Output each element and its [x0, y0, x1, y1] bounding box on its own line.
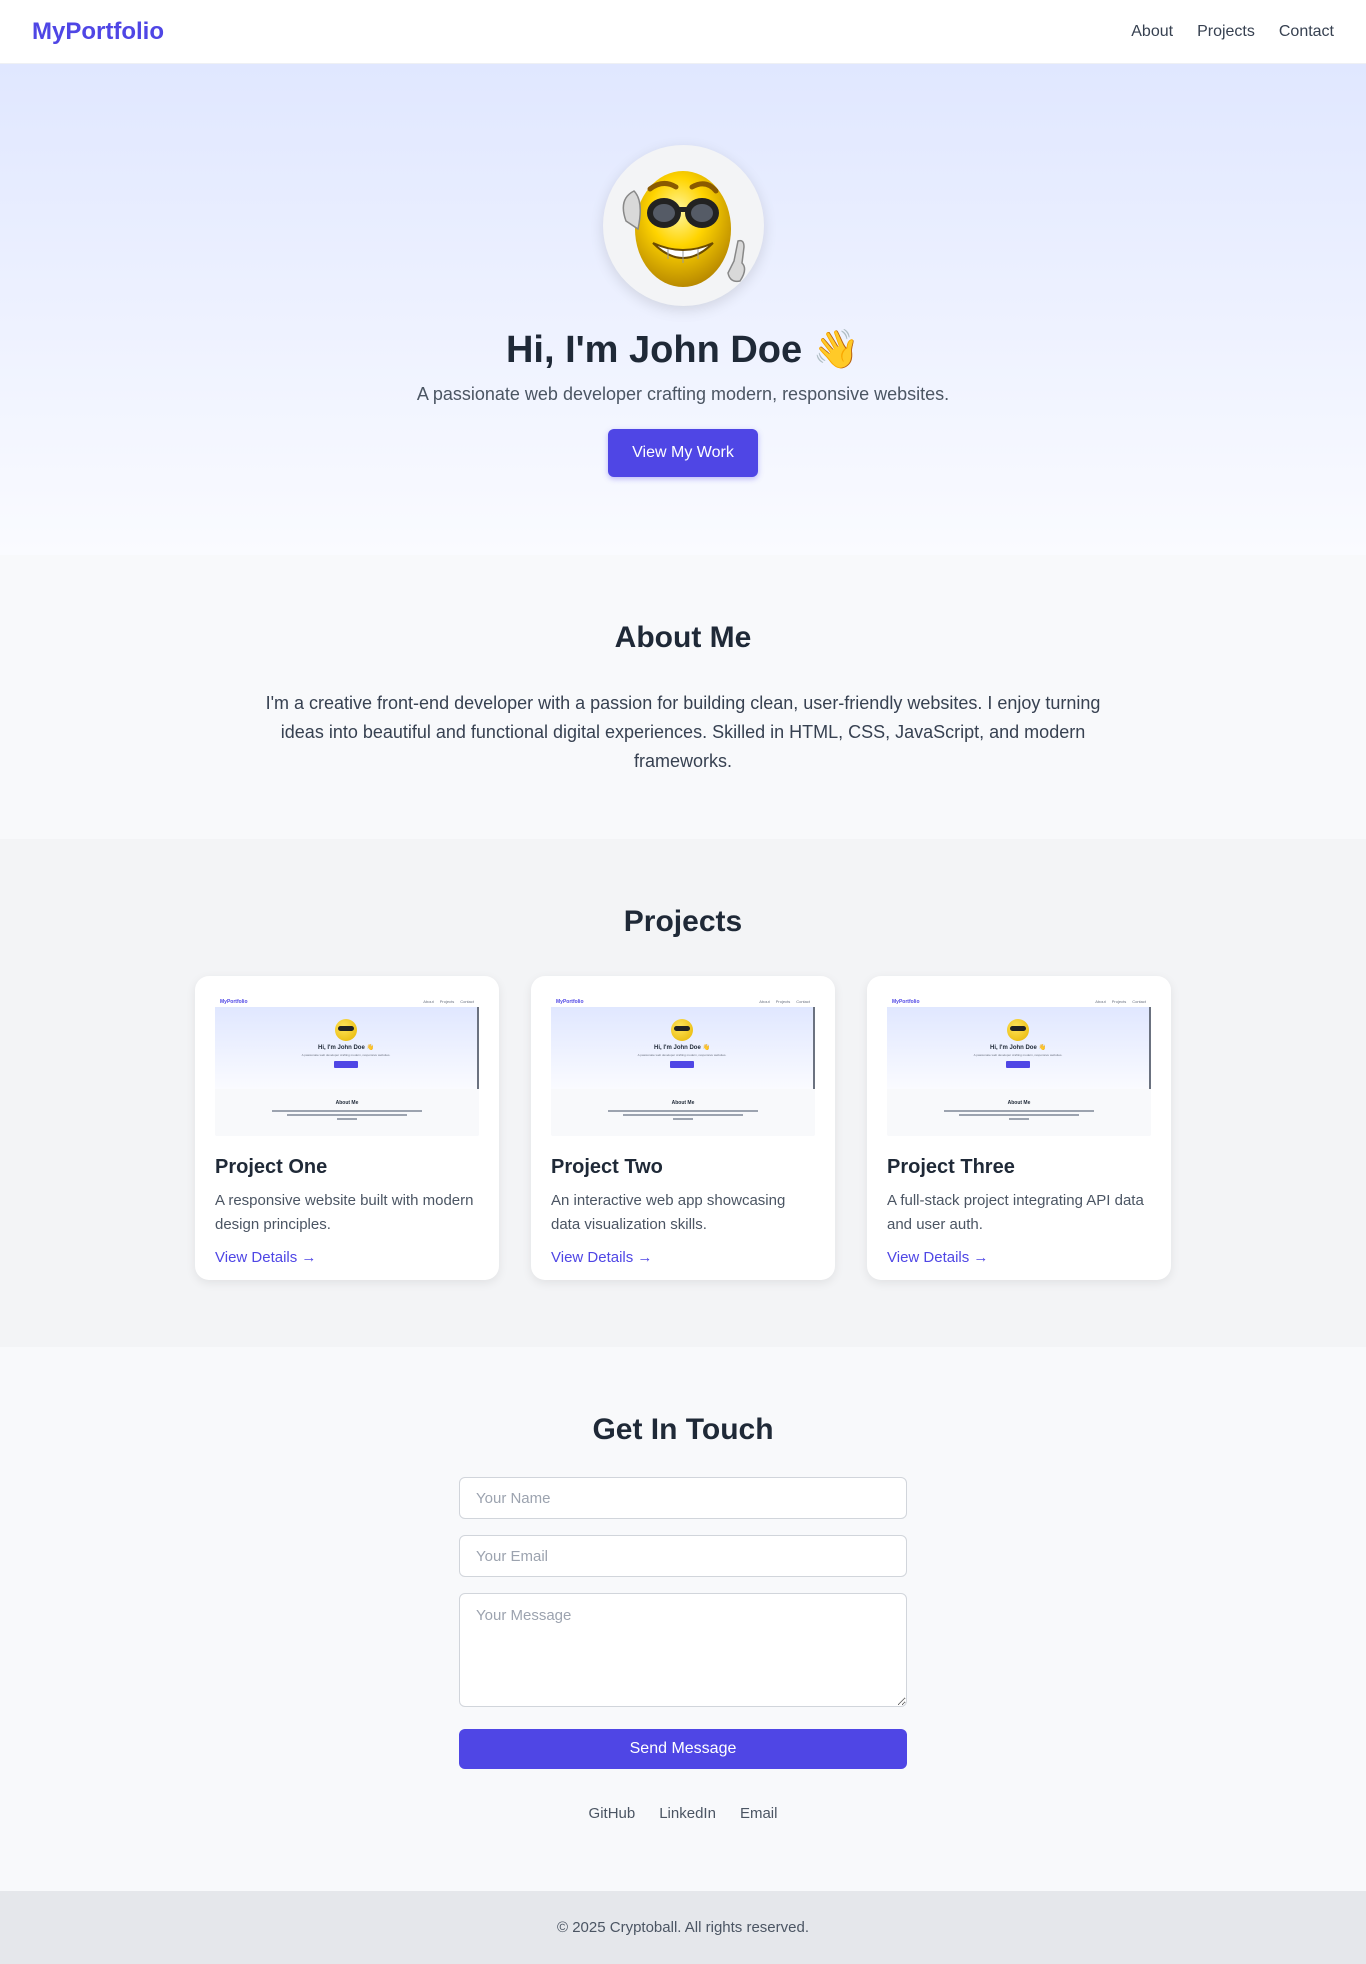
project-description: A full-stack project integrating API dat…: [887, 1192, 1144, 1233]
contact-heading: Get In Touch: [592, 1413, 774, 1446]
view-details-link[interactable]: View Details →: [887, 1249, 988, 1266]
project-thumbnail: MyPortfolio About Projects Contact Hi, I'm …: [215, 996, 479, 1136]
project-title: Project Three: [887, 1156, 1015, 1178]
about-section: About Me I'm a creative front-end develo…: [0, 555, 1366, 839]
social-links: GitHub LinkedIn Email: [0, 1805, 1366, 1822]
sunglasses-smiley-icon: [622, 170, 746, 287]
project-thumbnail: MyPortfolio About Projects Contact Hi, I'm …: [887, 996, 1151, 1136]
email-input[interactable]: [459, 1535, 907, 1577]
hero-title: Hi, I'm John Doe 👋: [505, 329, 861, 371]
nav-link-contact[interactable]: Contact: [1279, 23, 1334, 41]
nav-links: About Projects Contact: [1131, 23, 1334, 41]
hero-subtitle: A passionate web developer crafting mode…: [416, 384, 950, 404]
brand-logo[interactable]: MyPortfolio: [32, 18, 164, 46]
contact-form: Send Message: [459, 1477, 907, 1769]
avatar: [602, 145, 764, 306]
send-message-button[interactable]: Send Message: [459, 1729, 907, 1769]
view-my-work-button[interactable]: View My Work: [608, 429, 758, 477]
project-description: A responsive website built with modern d…: [215, 1192, 474, 1233]
projects-section: Projects MyPortfolio About Projects Contact…: [0, 839, 1366, 1347]
projects-heading: Projects: [623, 905, 743, 938]
nav-link-about[interactable]: About: [1131, 23, 1173, 41]
about-text: I'm a creative front-end developer with …: [265, 693, 1101, 771]
project-card: MyPortfolio About Projects Contact Hi, I'm …: [531, 976, 835, 1280]
email-link[interactable]: Email: [740, 1805, 778, 1822]
project-card: MyPortfolio About Projects Contact Hi, I'm …: [195, 976, 499, 1280]
contact-section: Get In Touch Send Message GitHub LinkedI…: [0, 1347, 1366, 1891]
top-navbar: MyPortfolio About Projects Contact: [0, 0, 1366, 64]
view-details-link[interactable]: View Details →: [551, 1249, 652, 1266]
message-textarea[interactable]: [459, 1593, 907, 1707]
project-thumbnail: MyPortfolio About Projects Contact Hi, I'm …: [551, 996, 815, 1136]
project-description: An interactive web app showcasing data v…: [551, 1192, 786, 1233]
footer: © 2025 Cryptoball. All rights reserved.: [0, 1891, 1366, 1964]
copyright-text: © 2025 Cryptoball. All rights reserved.: [556, 1919, 809, 1936]
github-link[interactable]: GitHub: [589, 1805, 636, 1822]
view-details-link[interactable]: View Details →: [215, 1249, 316, 1266]
project-title: Project Two: [551, 1156, 663, 1178]
hero-section: Hi, I'm John Doe 👋 A passionate web deve…: [0, 64, 1366, 555]
project-card: MyPortfolio About Projects Contact Hi, I'm …: [867, 976, 1171, 1280]
project-title: Project One: [215, 1156, 328, 1178]
about-heading: About Me: [614, 621, 752, 654]
project-cards: MyPortfolio About Projects Contact Hi, I'm …: [0, 976, 1366, 1280]
nav-link-projects[interactable]: Projects: [1197, 23, 1255, 41]
name-input[interactable]: [459, 1477, 907, 1519]
linkedin-link[interactable]: LinkedIn: [659, 1805, 716, 1822]
